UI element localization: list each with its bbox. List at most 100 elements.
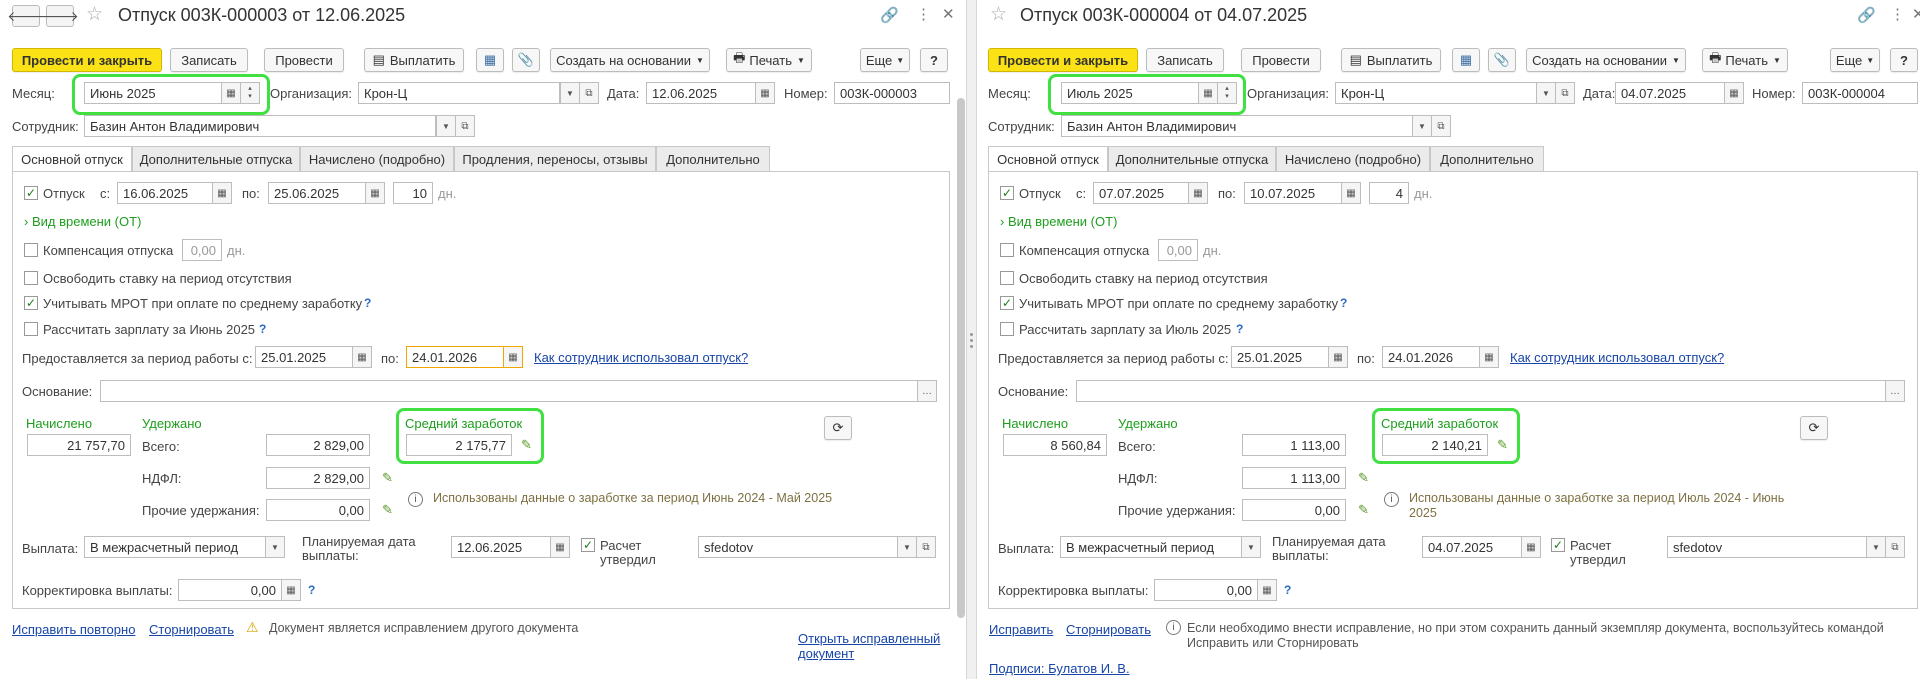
work-period-to-calendar[interactable]: ▦ (1479, 346, 1499, 368)
tab-accrued-detailed[interactable]: Начислено (подробно) (1276, 146, 1430, 171)
more-button[interactable]: Еще ▼ (1830, 48, 1880, 72)
approved-user-dropdown[interactable]: ▼ (1866, 536, 1886, 558)
reverse-link[interactable]: Сторнировать (149, 622, 234, 637)
compensation-checkbox[interactable] (1000, 243, 1014, 257)
ndfl-edit-pencil-icon[interactable]: ✎ (1358, 470, 1369, 486)
work-period-to-calendar[interactable]: ▦ (503, 346, 523, 368)
tab-additional[interactable]: Дополнительно (1430, 146, 1544, 171)
work-period-from-calendar[interactable]: ▦ (1328, 346, 1348, 368)
attachments-button[interactable]: 📎 (1488, 48, 1516, 72)
approved-checkbox[interactable]: ✓ (581, 538, 595, 552)
payout-field[interactable]: В межрасчетный период (84, 536, 266, 558)
vertical-scrollbar[interactable] (957, 98, 965, 618)
vacation-to-field[interactable]: 10.07.2025 (1244, 182, 1342, 204)
employee-field[interactable]: Базин Антон Владимирович (1061, 115, 1413, 137)
basis-select-button[interactable]: … (1885, 380, 1905, 402)
vacation-to-calendar[interactable]: ▦ (1341, 182, 1361, 204)
tab-main-vacation[interactable]: Основной отпуск (988, 146, 1108, 172)
correction-field[interactable]: 0,00 (178, 579, 282, 601)
vacation-days-field[interactable]: 4 (1369, 182, 1409, 204)
tab-accrued-detailed[interactable]: Начислено (подробно) (300, 146, 454, 171)
close-icon[interactable]: ✕ (942, 5, 955, 23)
vacation-from-calendar[interactable]: ▦ (1188, 182, 1208, 204)
approved-user-dropdown[interactable]: ▼ (897, 536, 917, 558)
basis-field[interactable] (1076, 380, 1886, 402)
correction-field[interactable]: 0,00 (1154, 579, 1258, 601)
calc-salary-help-icon[interactable]: ? (259, 322, 266, 336)
vacation-usage-link[interactable]: Как сотрудник использовал отпуск? (534, 350, 748, 365)
pay-button[interactable]: ▤ Выплатить (1341, 48, 1441, 72)
organization-open-button[interactable]: ⧉ (579, 82, 599, 104)
tab-additional-vacations[interactable]: Дополнительные отпуска (132, 146, 300, 171)
vacation-checkbox[interactable]: ✓ (24, 186, 38, 200)
forward-button[interactable]: 🡒 (41, 5, 79, 27)
refresh-button[interactable]: ⟳ (824, 416, 852, 440)
more-button[interactable]: Еще ▼ (860, 48, 910, 72)
calc-salary-checkbox[interactable] (24, 322, 38, 336)
approved-checkbox[interactable]: ✓ (1551, 538, 1565, 552)
compensation-days-field[interactable]: 0,00 (182, 239, 222, 261)
star-icon[interactable]: ☆ (990, 3, 1007, 26)
print-button[interactable]: 🖶 Печать ▼ (1702, 48, 1788, 72)
approved-user-field[interactable]: sfedotov (1667, 536, 1867, 558)
free-rate-checkbox[interactable] (24, 271, 38, 285)
create-based-on-button[interactable]: Создать на основании ▼ (550, 48, 710, 72)
work-period-from-field[interactable]: 25.01.2025 (255, 346, 353, 368)
tab-additional-vacations[interactable]: Дополнительные отпуска (1108, 146, 1276, 171)
help-button[interactable]: ? (920, 48, 948, 72)
pay-button[interactable]: ▤ Выплатить (364, 48, 464, 72)
correction-help-icon[interactable]: ? (1284, 583, 1291, 597)
vacation-days-field[interactable]: 10 (393, 182, 433, 204)
vacation-to-field[interactable]: 25.06.2025 (268, 182, 366, 204)
kebab-menu-icon[interactable]: ⋮ (1890, 5, 1905, 23)
pane-splitter[interactable] (966, 0, 977, 679)
time-kind-toggle[interactable]: › Вид времени (ОТ) (1000, 214, 1117, 229)
ndfl-edit-pencil-icon[interactable]: ✎ (382, 470, 393, 486)
planned-date-field[interactable]: 12.06.2025 (451, 536, 551, 558)
other-deductions-edit-pencil-icon[interactable]: ✎ (382, 502, 393, 518)
employee-open-button[interactable]: ⧉ (455, 115, 475, 137)
payout-dropdown[interactable]: ▼ (1241, 536, 1261, 558)
payout-dropdown[interactable]: ▼ (265, 536, 285, 558)
report-button[interactable]: ▦ (1452, 48, 1480, 72)
organization-dropdown[interactable]: ▼ (560, 82, 580, 104)
compensation-checkbox[interactable] (24, 243, 38, 257)
kebab-menu-icon[interactable]: ⋮ (916, 5, 931, 23)
compensation-days-field[interactable]: 0,00 (1158, 239, 1198, 261)
basis-field[interactable] (100, 380, 918, 402)
fix-link[interactable]: Исправить (989, 622, 1053, 637)
calc-salary-checkbox[interactable] (1000, 322, 1014, 336)
print-button[interactable]: 🖶 Печать ▼ (726, 48, 812, 72)
vacation-usage-link[interactable]: Как сотрудник использовал отпуск? (1510, 350, 1724, 365)
vacation-checkbox[interactable]: ✓ (1000, 186, 1014, 200)
date-calendar-button[interactable]: ▦ (755, 82, 775, 104)
help-button[interactable]: ? (1890, 48, 1918, 72)
close-icon[interactable]: ✕ (1912, 5, 1920, 23)
date-calendar-button[interactable]: ▦ (1724, 82, 1744, 104)
employee-open-button[interactable]: ⧉ (1431, 115, 1451, 137)
correction-calculator-button[interactable]: ▦ (1257, 579, 1277, 601)
basis-select-button[interactable]: … (917, 380, 937, 402)
star-icon[interactable]: ☆ (86, 3, 103, 26)
tab-extensions[interactable]: Продления, переносы, отзывы (454, 146, 656, 171)
work-period-to-field[interactable]: 24.01.2026 (406, 346, 504, 368)
approved-user-field[interactable]: sfedotov (698, 536, 898, 558)
link-icon[interactable]: 🔗 (880, 6, 899, 24)
organization-field[interactable]: Крон-Ц (1335, 82, 1537, 104)
planned-date-calendar[interactable]: ▦ (1521, 536, 1541, 558)
mrot-help-icon[interactable]: ? (1340, 296, 1347, 310)
planned-date-field[interactable]: 04.07.2025 (1422, 536, 1522, 558)
employee-field[interactable]: Базин Антон Владимирович (84, 115, 436, 137)
post-button[interactable]: Провести (1241, 48, 1321, 72)
tab-additional[interactable]: Дополнительно (656, 146, 770, 171)
open-fixed-document-link[interactable]: Открыть исправленный документ (798, 631, 958, 661)
correction-calculator-button[interactable]: ▦ (281, 579, 301, 601)
date-field[interactable]: 12.06.2025 (646, 82, 756, 104)
organization-open-button[interactable]: ⧉ (1555, 82, 1575, 104)
link-icon[interactable]: 🔗 (1857, 6, 1876, 24)
vacation-from-calendar[interactable]: ▦ (212, 182, 232, 204)
vacation-to-calendar[interactable]: ▦ (365, 182, 385, 204)
planned-date-calendar[interactable]: ▦ (550, 536, 570, 558)
tab-main-vacation[interactable]: Основной отпуск (12, 146, 132, 172)
calc-salary-help-icon[interactable]: ? (1236, 322, 1243, 336)
